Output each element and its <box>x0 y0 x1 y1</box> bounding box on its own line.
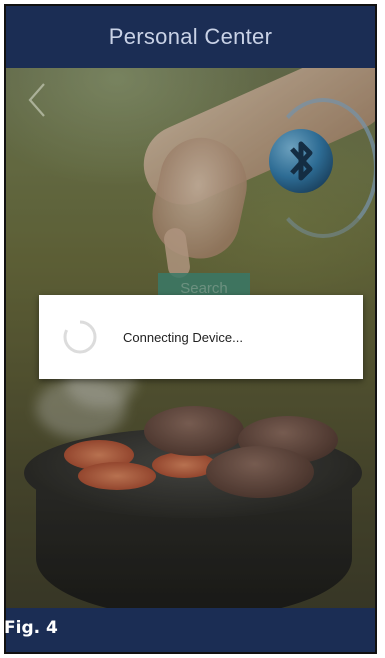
chevron-left-icon[interactable] <box>24 80 50 120</box>
loading-spinner-icon <box>63 319 97 354</box>
header-bar: Personal Center <box>6 6 375 68</box>
page-title: Personal Center <box>108 24 273 49</box>
footer-bar <box>6 608 375 652</box>
dialog-message: Connecting Device... <box>123 329 243 345</box>
connecting-dialog: Connecting Device... <box>39 295 363 379</box>
figure-caption: Fig. 4 <box>4 618 58 638</box>
app-frame: Personal Center Search Connecting Device… <box>4 4 377 654</box>
